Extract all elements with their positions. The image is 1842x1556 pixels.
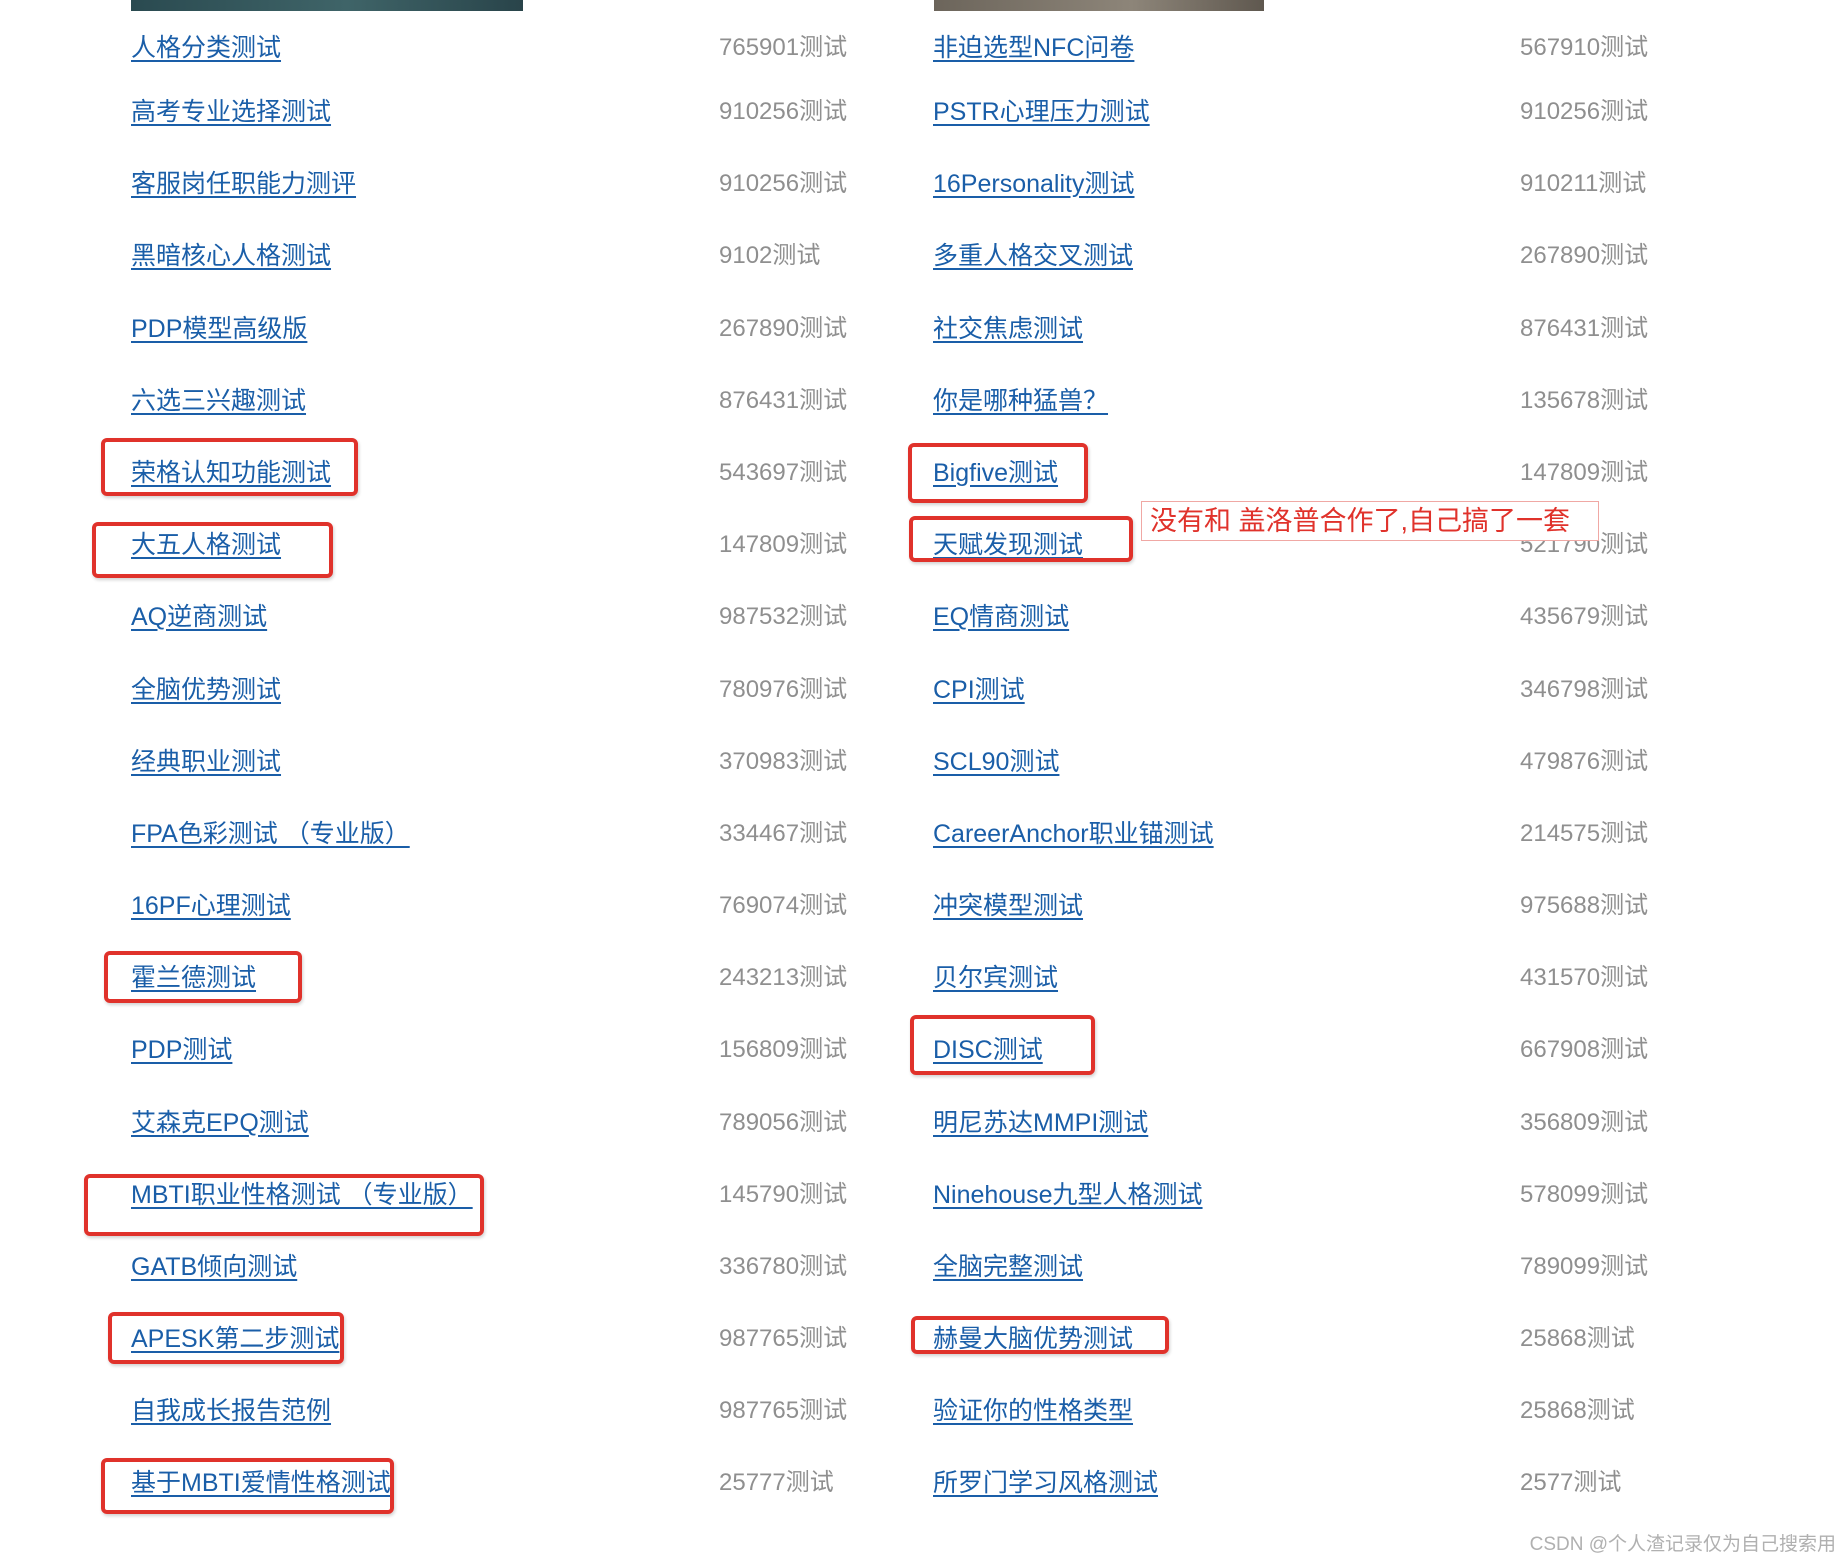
test-link[interactable]: 多重人格交叉测试 — [933, 236, 1133, 276]
test-count: 147809测试 — [1520, 459, 1649, 486]
test-link[interactable]: 客服岗任职能力测评 — [131, 164, 356, 204]
test-link[interactable]: 冲突模型测试 — [933, 886, 1083, 926]
test-count: 267890测试 — [719, 315, 848, 342]
test-link[interactable]: MBTI职业性格测试 （专业版） — [131, 1175, 473, 1215]
annotation-note: 没有和 盖洛普合作了,自己搞了一套 — [1141, 501, 1599, 541]
test-count: 214575测试 — [1520, 820, 1649, 847]
test-count: 336780测试 — [719, 1253, 848, 1280]
test-link[interactable]: EQ情商测试 — [933, 597, 1069, 637]
test-link[interactable]: PDP测试 — [131, 1030, 232, 1070]
test-count: 789056测试 — [719, 1109, 848, 1136]
test-count: 431570测试 — [1520, 964, 1649, 991]
test-link[interactable]: PDP模型高级版 — [131, 309, 307, 349]
test-count: 147809测试 — [719, 531, 848, 558]
test-link[interactable]: 黑暗核心人格测试 — [131, 236, 331, 276]
test-link[interactable]: 人格分类测试 — [131, 28, 281, 68]
test-link[interactable]: CPI测试 — [933, 670, 1025, 710]
test-count: 987765测试 — [719, 1397, 848, 1424]
test-link[interactable]: 16Personality测试 — [933, 164, 1134, 204]
test-count: 346798测试 — [1520, 676, 1649, 703]
test-link[interactable]: 全脑完整测试 — [933, 1247, 1083, 1287]
test-count: 543697测试 — [719, 459, 848, 486]
test-count: 25868测试 — [1520, 1325, 1635, 1352]
watermark: CSDN @个人渣记录仅为自己搜索用 — [1529, 1534, 1836, 1555]
test-link[interactable]: 16PF心理测试 — [131, 886, 291, 926]
test-count: 987765测试 — [719, 1325, 848, 1352]
test-count: 135678测试 — [1520, 387, 1649, 414]
test-count: 334467测试 — [719, 820, 848, 847]
test-count: 975688测试 — [1520, 892, 1649, 919]
test-count: 479876测试 — [1520, 748, 1649, 775]
test-count: 789099测试 — [1520, 1253, 1649, 1280]
test-count: 910256测试 — [719, 98, 848, 125]
test-link[interactable]: 非迫选型NFC问卷 — [933, 28, 1134, 68]
test-link[interactable]: CareerAnchor职业锚测试 — [933, 814, 1214, 854]
test-link[interactable]: PSTR心理压力测试 — [933, 92, 1150, 132]
test-count: 769074测试 — [719, 892, 848, 919]
test-link[interactable]: AQ逆商测试 — [131, 597, 267, 637]
test-link[interactable]: 所罗门学习风格测试 — [933, 1463, 1158, 1503]
test-count: 578099测试 — [1520, 1181, 1649, 1208]
test-link[interactable]: APESK第二步测试 — [131, 1319, 339, 1359]
test-link[interactable]: SCL90测试 — [933, 742, 1059, 782]
test-link[interactable]: 大五人格测试 — [131, 525, 281, 565]
test-link[interactable]: 天赋发现测试 — [933, 525, 1083, 565]
test-link[interactable]: 赫曼大脑优势测试 — [933, 1319, 1133, 1359]
test-link[interactable]: 自我成长报告范例 — [131, 1391, 331, 1431]
test-count: 987532测试 — [719, 603, 848, 630]
test-count: 145790测试 — [719, 1181, 848, 1208]
test-link[interactable]: 荣格认知功能测试 — [131, 453, 331, 493]
test-link[interactable]: 霍兰德测试 — [131, 958, 256, 998]
test-link[interactable]: 经典职业测试 — [131, 742, 281, 782]
test-count: 780976测试 — [719, 676, 848, 703]
banner-image-right — [934, 0, 1264, 11]
test-count: 267890测试 — [1520, 242, 1649, 269]
test-count: 243213测试 — [719, 964, 848, 991]
test-count: 567910测试 — [1520, 34, 1649, 61]
test-count: 765901测试 — [719, 34, 848, 61]
test-link[interactable]: 验证你的性格类型 — [933, 1391, 1133, 1431]
test-count: 876431测试 — [719, 387, 848, 414]
test-count: 910256测试 — [1520, 98, 1649, 125]
banner-image-left — [131, 0, 523, 11]
test-link[interactable]: GATB倾向测试 — [131, 1247, 297, 1287]
test-link[interactable]: DISC测试 — [933, 1030, 1043, 1070]
test-count: 25777测试 — [719, 1469, 834, 1496]
test-count: 370983测试 — [719, 748, 848, 775]
test-count: 156809测试 — [719, 1036, 848, 1063]
test-count: 2577测试 — [1520, 1469, 1622, 1496]
test-link[interactable]: 社交焦虑测试 — [933, 309, 1083, 349]
test-count: 435679测试 — [1520, 603, 1649, 630]
test-link[interactable]: Ninehouse九型人格测试 — [933, 1175, 1203, 1215]
test-count: 910256测试 — [719, 170, 848, 197]
test-link[interactable]: Bigfive测试 — [933, 453, 1058, 493]
test-link[interactable]: 高考专业选择测试 — [131, 92, 331, 132]
test-link[interactable]: 六选三兴趣测试 — [131, 381, 306, 421]
test-count: 9102测试 — [719, 242, 821, 269]
test-count: 876431测试 — [1520, 315, 1649, 342]
test-count: 667908测试 — [1520, 1036, 1649, 1063]
test-count: 25868测试 — [1520, 1397, 1635, 1424]
test-count: 356809测试 — [1520, 1109, 1649, 1136]
test-link[interactable]: 艾森克EPQ测试 — [131, 1103, 309, 1143]
test-link[interactable]: 基于MBTI爱情性格测试 — [131, 1463, 391, 1503]
test-link[interactable]: 全脑优势测试 — [131, 670, 281, 710]
test-link[interactable]: 你是哪种猛兽？ — [933, 381, 1108, 421]
test-count: 910211测试 — [1520, 170, 1647, 197]
test-link[interactable]: FPA色彩测试 （专业版） — [131, 814, 410, 854]
test-link[interactable]: 明尼苏达MMPI测试 — [933, 1103, 1148, 1143]
test-link[interactable]: 贝尔宾测试 — [933, 958, 1058, 998]
